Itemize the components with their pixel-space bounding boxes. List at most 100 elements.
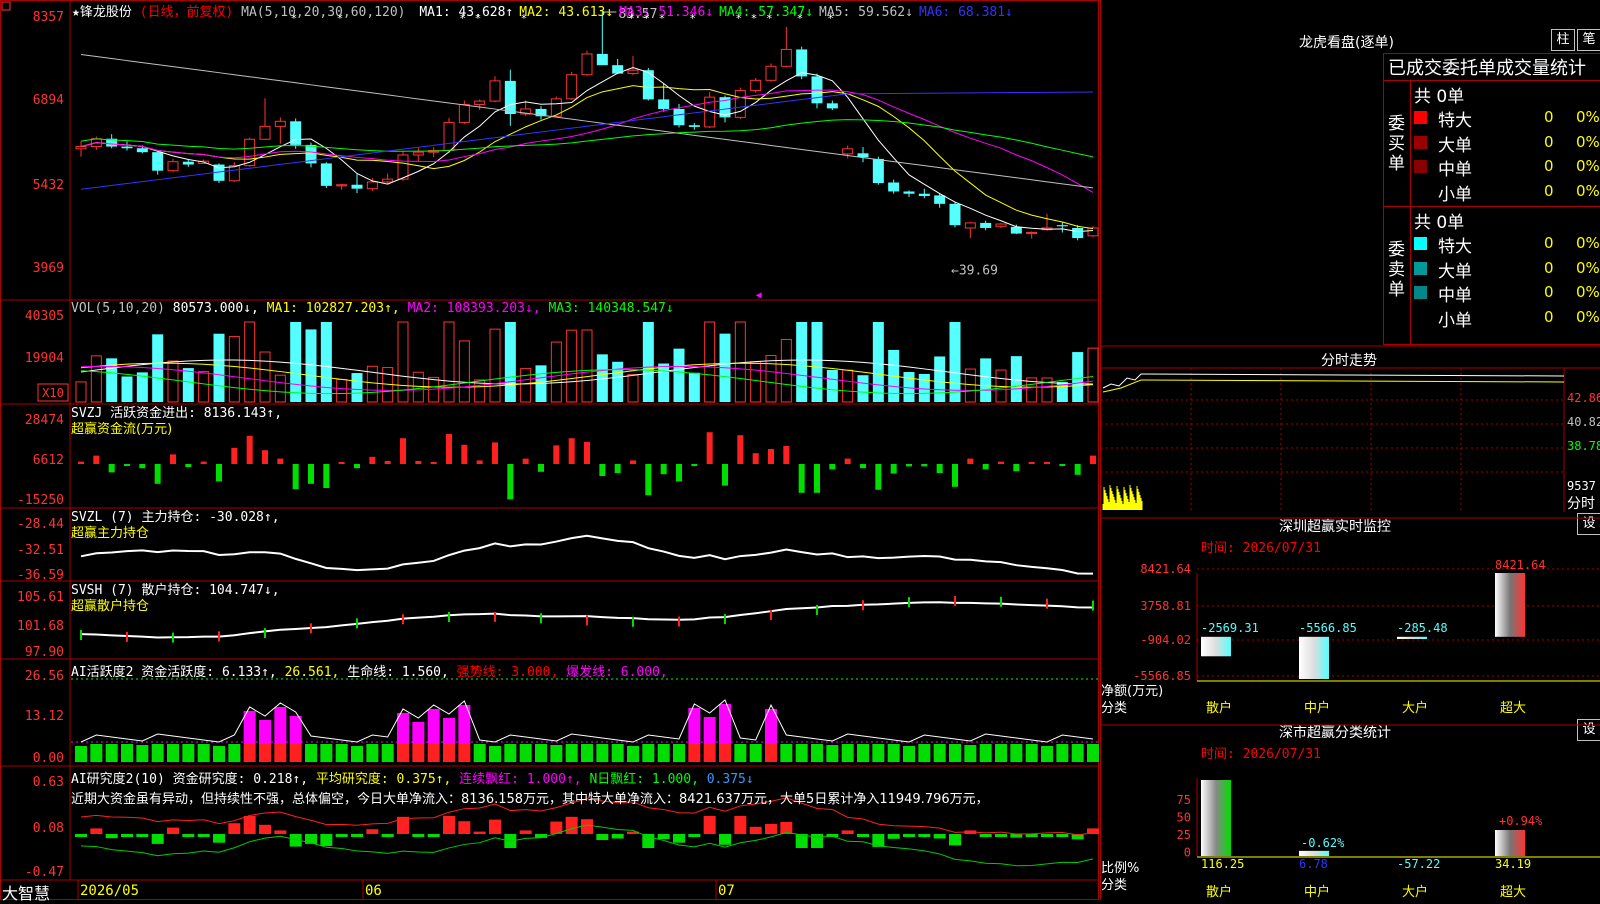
vol-bar (198, 371, 210, 403)
svzj-bar (1090, 455, 1096, 464)
candle-body (734, 89, 746, 118)
vol-tick: 19904 (25, 351, 64, 366)
legend-swatch (1414, 237, 1427, 250)
frame (0, 0, 1099, 900)
ai1-bar (596, 744, 609, 762)
svzj-bar (354, 464, 360, 469)
corner-marker (1, 1, 11, 11)
fenshi-price-line (1102, 373, 1565, 389)
sc-category: 散户 (1206, 884, 1232, 900)
svzj-bar (921, 464, 928, 467)
svzj-bar (216, 464, 222, 482)
ai2-tick: 0.63 (33, 775, 64, 790)
sc-settings-button[interactable]: 设 (1577, 719, 1600, 741)
order-tabs[interactable]: 已成交委托单成交量统计 (1388, 54, 1586, 80)
row-count: 0 (1544, 157, 1554, 175)
ai1-bar (519, 744, 532, 762)
svzj-bar (154, 464, 161, 484)
fenshi-tick: 40.82 (1567, 415, 1600, 429)
ai1-bar (933, 744, 946, 762)
ma-legend-6: MA6: 68.381↓ (918, 5, 1013, 20)
ma-prefix: MA(5,10,20,30,60,120) (241, 5, 406, 20)
svzj-bar (890, 464, 897, 474)
svzj-bar (1013, 464, 1020, 472)
brand-label[interactable]: 大智慧 (2, 880, 50, 904)
row-name: 大单 (1438, 261, 1472, 282)
ai2-bar (489, 819, 501, 834)
ai2-comment: 近期大资金虽有异动，但持续性不强，总体偏空，今日大单净流入：8136.158万元… (71, 792, 989, 807)
ai1-bar (197, 744, 210, 762)
ai1-bar-hot (259, 720, 271, 744)
svzj-bar (170, 454, 176, 464)
candle-body (842, 148, 854, 155)
svzj-bar (93, 455, 100, 464)
vol-bar (826, 369, 838, 402)
svzj-bar (507, 464, 514, 500)
x-tick-label: 06 (365, 883, 382, 899)
sc-category: 超大 (1500, 885, 1526, 900)
svzj-bar (952, 464, 958, 487)
svzl-tick: -32.51 (17, 543, 64, 558)
ai1-bar (427, 744, 440, 762)
vol-bar (918, 373, 930, 402)
svzj-bar (400, 438, 406, 464)
vol-bar (351, 373, 363, 402)
ai1-bar (795, 744, 808, 762)
ai1-bar (1041, 746, 1053, 762)
sc-bar (1201, 780, 1231, 856)
ai1-tick: 13.12 (25, 709, 64, 724)
vol-bar (642, 322, 654, 402)
ai1-bar (1087, 744, 1099, 762)
svzj-bar (476, 460, 483, 464)
vol-bar (857, 375, 869, 402)
sz-bar-label: -285.48 (1397, 621, 1448, 635)
svzj-bar (277, 458, 284, 464)
main-chart-area[interactable]: 8357 6894 5432 3969 40305 19904 X10 28474 6612 -1… (0, 0, 1099, 903)
svzj-bar (1059, 464, 1066, 466)
buy-side-label: 委买单 (1388, 114, 1405, 174)
vol-bar (1087, 347, 1099, 403)
sc-tick: 50 (1177, 811, 1191, 825)
candle-body (274, 120, 286, 127)
sz-bar (1201, 636, 1231, 657)
vol-unit: X10 (42, 386, 64, 400)
ai2-tick: 0.08 (33, 821, 64, 836)
candle-body (259, 125, 271, 140)
ai1-bar (903, 746, 915, 762)
candle-body (443, 121, 455, 151)
ai1-bar (1025, 744, 1038, 762)
candle-body (136, 148, 148, 153)
vol-bar (336, 379, 348, 403)
bar-mode-button[interactable]: 柱 (1551, 29, 1575, 51)
vol-bar (90, 355, 102, 403)
ai2-bar (197, 834, 210, 837)
svsh-tick: 101.68 (17, 619, 64, 634)
candle-body (1072, 227, 1084, 239)
stock-name[interactable]: ★锋龙股份 (72, 5, 132, 20)
fenshi-title[interactable]: 分时走势 (1321, 350, 1377, 370)
svzj-bar (384, 461, 391, 464)
kline-canvas[interactable]: 8357 6894 5432 3969 40305 19904 X10 28474 6612 -1… (0, 0, 1099, 900)
candle-body (688, 125, 700, 127)
ai2-bar (565, 816, 578, 834)
svzj-bar (262, 450, 268, 464)
vol-bar (872, 322, 884, 402)
pen-mode-button[interactable]: 笔 (1577, 29, 1600, 51)
vol-bar (458, 340, 470, 403)
ai2-bar (243, 816, 256, 834)
ai2-bar (995, 834, 1007, 837)
candle-body (566, 74, 578, 100)
ai1-bar (673, 744, 685, 762)
ai2-bar (657, 834, 670, 840)
vol-bar (121, 376, 133, 402)
sz-settings-button[interactable]: 设 (1577, 513, 1600, 535)
ai1-bar (719, 744, 731, 762)
svzj-bar (323, 464, 330, 488)
candle-body (474, 100, 486, 105)
sell-side-label: 委卖单 (1388, 240, 1405, 300)
ai1-bar (151, 744, 164, 762)
candle-body (658, 99, 670, 109)
svzj-bar (538, 464, 544, 472)
kline-mode[interactable]: (日线，前复权) (140, 5, 234, 20)
ai2-bar (427, 834, 440, 837)
